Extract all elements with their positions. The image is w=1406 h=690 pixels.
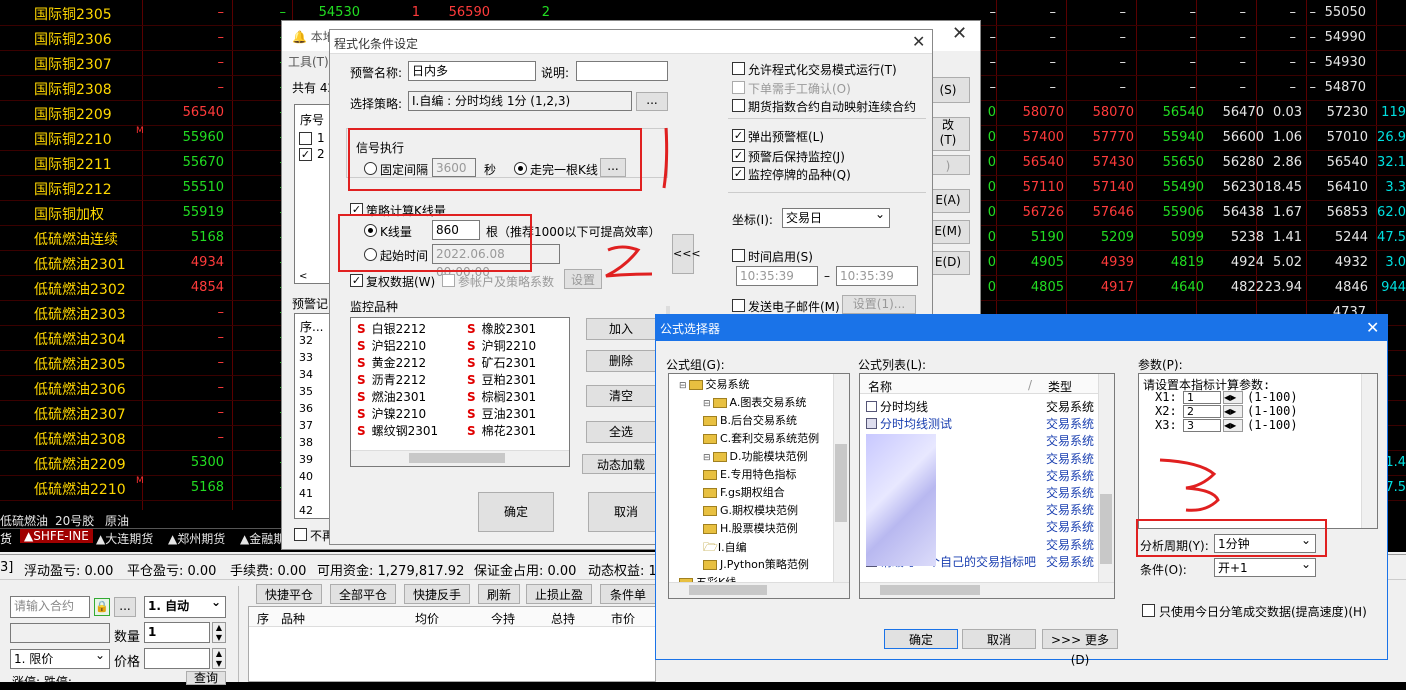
annotation-layer xyxy=(605,127,1220,512)
annotation-stroke-2 xyxy=(605,245,653,278)
annotation-stroke-3 xyxy=(1159,458,1220,512)
annotation-stroke-1 xyxy=(662,127,669,189)
